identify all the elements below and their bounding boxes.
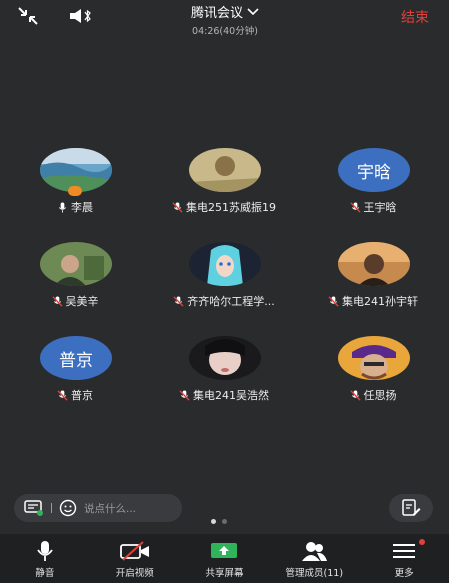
avatar: [189, 242, 261, 286]
chevron-down-icon: [247, 7, 259, 15]
meeting-title-area[interactable]: 腾讯会议 04:26(40分钟): [140, 2, 310, 37]
chat-bar[interactable]: 说点什么...: [14, 494, 182, 522]
video-off-icon: [119, 541, 149, 561]
participant-name: 普京: [71, 389, 93, 402]
bottom-toolbar: 静音 开启视频 共享屏幕 管理成员(11) 更多: [0, 534, 449, 583]
speaker-bluetooth-icon[interactable]: [68, 7, 94, 25]
mute-button[interactable]: 静音: [0, 534, 90, 583]
chat-input[interactable]: 说点什么...: [84, 501, 136, 516]
avatar: [189, 148, 261, 192]
microphone-muted-icon: [57, 389, 68, 401]
avatar: 宇晗: [338, 148, 410, 192]
meeting-title: 腾讯会议: [190, 6, 243, 21]
avatar: [338, 336, 410, 380]
participant-name: 王宇晗: [363, 201, 397, 214]
more-label: 更多: [394, 568, 414, 579]
top-bar: 腾讯会议 04:26(40分钟) 结束: [0, 0, 449, 37]
participant-tile[interactable]: 普京 普京: [0, 336, 150, 416]
participant-tile[interactable]: 齐齐哈尔工程学...: [149, 242, 299, 322]
participant-name: 集电241吴浩然: [193, 389, 269, 402]
chat-bubble-icon[interactable]: [24, 500, 44, 516]
participant-name: 齐齐哈尔工程学...: [187, 295, 275, 308]
page-indicator: [211, 519, 227, 524]
microphone-muted-icon: [179, 389, 190, 401]
page-dot-active[interactable]: [211, 519, 216, 524]
notification-dot: [418, 539, 425, 545]
divider: [51, 503, 52, 513]
end-meeting-button[interactable]: 结束: [401, 7, 429, 27]
mute-label: 静音: [35, 568, 55, 579]
share-screen-button[interactable]: 共享屏幕: [180, 534, 270, 583]
document-edit-icon: [402, 499, 421, 516]
avatar: [189, 336, 261, 380]
more-button[interactable]: 更多: [359, 534, 449, 583]
meeting-timer: 04:26(40分钟): [192, 26, 258, 37]
members-icon: [302, 542, 328, 561]
avatar: 普京: [40, 336, 112, 380]
host-badge: [68, 186, 82, 196]
participant-tile[interactable]: 吴美辛: [0, 242, 150, 322]
document-edit-button[interactable]: [389, 494, 433, 522]
microphone-muted-icon: [51, 295, 63, 307]
avatar: [40, 242, 112, 286]
members-label: 管理成员(11): [285, 568, 344, 579]
microphone-icon: [37, 541, 53, 561]
participant-tile[interactable]: 集电251苏威振19: [149, 148, 299, 228]
microphone-muted-icon: [173, 295, 184, 307]
participant-name: 任思扬: [363, 389, 397, 402]
participant-tile[interactable]: 集电241孙宇轩: [298, 242, 448, 322]
page-dot[interactable]: [222, 519, 227, 524]
participant-name: 集电251苏威振19: [186, 201, 276, 214]
participant-name: 集电241孙宇轩: [342, 295, 418, 308]
microphone-muted-icon: [172, 201, 183, 213]
share-screen-icon: [211, 543, 238, 558]
microphone-icon: [58, 201, 67, 213]
participant-name: 李晨: [71, 201, 93, 214]
video-label: 开启视频: [115, 568, 154, 579]
start-video-button[interactable]: 开启视频: [90, 534, 180, 583]
participant-tile[interactable]: 宇晗 王宇晗: [298, 148, 448, 228]
participant-name: 吴美辛: [65, 295, 99, 308]
microphone-muted-icon: [328, 295, 339, 307]
minimize-icon[interactable]: [16, 6, 40, 26]
participant-tile[interactable]: 任思扬: [298, 336, 448, 416]
microphone-muted-icon: [349, 389, 361, 401]
menu-icon: [393, 544, 416, 558]
avatar: [338, 242, 410, 286]
participant-tile[interactable]: 集电241吴浩然: [149, 336, 299, 416]
microphone-muted-icon: [349, 201, 361, 213]
share-label: 共享屏幕: [205, 568, 244, 579]
participant-tile[interactable]: 李晨: [0, 148, 150, 228]
manage-members-button[interactable]: 管理成员(11): [269, 534, 359, 583]
emoji-icon[interactable]: [59, 499, 77, 517]
